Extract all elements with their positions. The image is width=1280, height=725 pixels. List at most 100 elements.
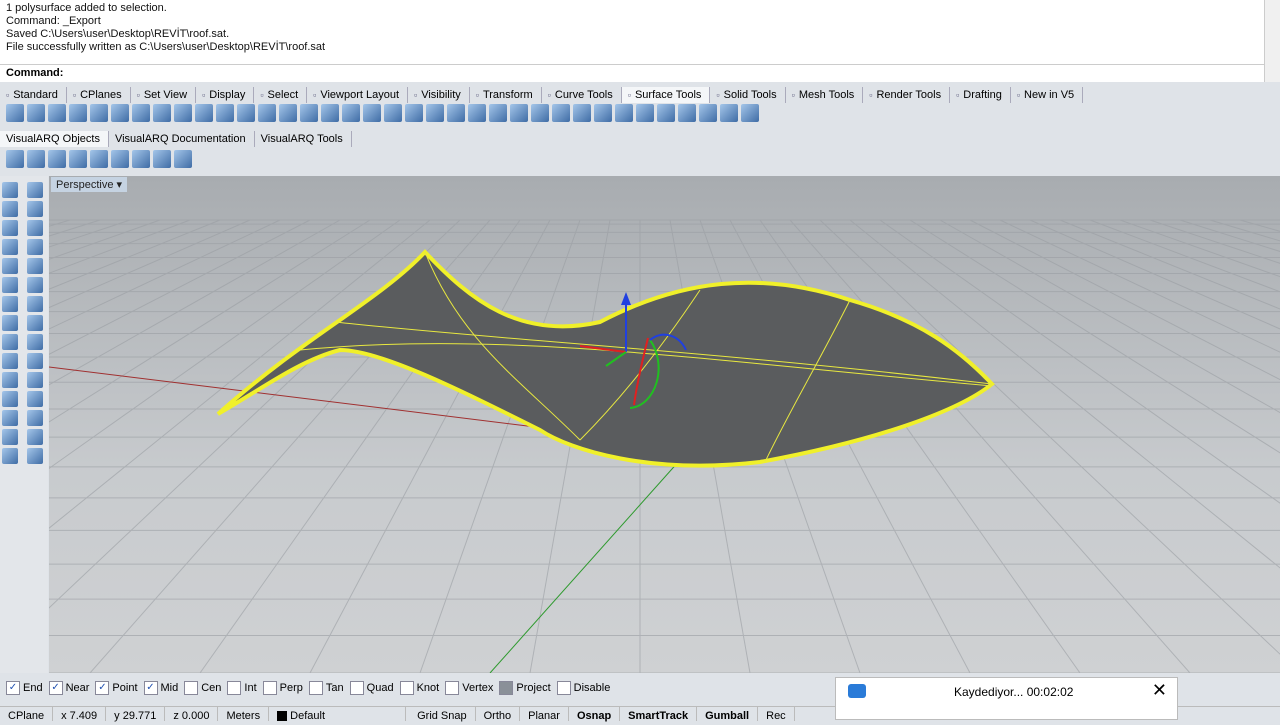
surface-tool-icon[interactable] [6, 104, 24, 122]
checkbox[interactable] [349, 681, 364, 695]
surface-tool-icon[interactable] [279, 104, 297, 122]
osnap-project[interactable]: Project [499, 681, 551, 695]
tab-select[interactable]: ▫ Select [254, 87, 308, 103]
visualarq-tool-icon[interactable] [132, 150, 150, 168]
sidebar-tool-icon[interactable] [2, 334, 18, 350]
surface-tool-icon[interactable] [111, 104, 129, 122]
surface-tool-icon[interactable] [90, 104, 108, 122]
checkbox[interactable] [308, 681, 323, 695]
status-grid-snap[interactable]: Grid Snap [409, 707, 476, 722]
osnap-perp[interactable]: Perp [262, 681, 303, 695]
surface-tool-icon[interactable] [48, 104, 66, 122]
status-osnap[interactable]: Osnap [569, 707, 621, 722]
osnap-disable[interactable]: Disable [556, 681, 610, 695]
command-input[interactable]: Command: [0, 64, 1264, 82]
surface-tool-icon[interactable] [552, 104, 570, 122]
osnap-end[interactable]: ✓ End [6, 681, 43, 695]
sidebar-tool-icon[interactable] [2, 391, 18, 407]
tab-render-tools[interactable]: ▫ Render Tools [863, 87, 951, 103]
sidebar-tool-icon[interactable] [2, 353, 18, 369]
visualarq-tool-icon[interactable] [153, 150, 171, 168]
chevron-down-icon[interactable]: ▾ [117, 179, 123, 191]
osnap-cen[interactable]: Cen [184, 681, 221, 695]
sidebar-tool-icon[interactable] [2, 258, 18, 274]
tab-mesh-tools[interactable]: ▫ Mesh Tools [786, 87, 864, 103]
surface-tool-icon[interactable] [510, 104, 528, 122]
surface-tool-icon[interactable] [405, 104, 423, 122]
visualarq-tool-icon[interactable] [174, 150, 192, 168]
tab-surface-tools[interactable]: ▫ Surface Tools [621, 87, 711, 103]
sidebar-tool-icon[interactable] [2, 277, 18, 293]
sidebar-tool-icon[interactable] [27, 201, 43, 217]
tab-visualarq-documentation[interactable]: VisualARQ Documentation [109, 131, 255, 147]
surface-tool-icon[interactable] [195, 104, 213, 122]
command-scrollbar[interactable] [1264, 0, 1280, 82]
status-smarttrack[interactable]: SmartTrack [620, 707, 698, 722]
surface-tool-icon[interactable] [342, 104, 360, 122]
surface-tool-icon[interactable] [300, 104, 318, 122]
surface-tool-icon[interactable] [132, 104, 150, 122]
sidebar-tool-icon[interactable] [2, 296, 18, 312]
checkbox[interactable] [499, 681, 514, 695]
surface-tool-icon[interactable] [321, 104, 339, 122]
visualarq-tool-icon[interactable] [27, 150, 45, 168]
surface-tool-icon[interactable] [258, 104, 276, 122]
surface-tool-icon[interactable] [594, 104, 612, 122]
viewport-title[interactable]: Perspective ▾ [51, 177, 128, 192]
sidebar-tool-icon[interactable] [27, 315, 43, 331]
osnap-tan[interactable]: Tan [308, 681, 344, 695]
surface-tool-icon[interactable] [468, 104, 486, 122]
sidebar-tool-icon[interactable] [27, 182, 43, 198]
checkbox[interactable] [227, 681, 242, 695]
checkbox[interactable]: ✓ [6, 681, 20, 695]
sidebar-tool-icon[interactable] [27, 391, 43, 407]
sidebar-tool-icon[interactable] [2, 201, 18, 217]
tab-viewport-layout[interactable]: ▫ Viewport Layout [307, 87, 409, 103]
tab-curve-tools[interactable]: ▫ Curve Tools [542, 87, 622, 103]
checkbox[interactable] [556, 681, 571, 695]
surface-tool-icon[interactable] [678, 104, 696, 122]
tab-new-in-v5[interactable]: ▫ New in V5 [1011, 87, 1084, 103]
sidebar-tool-icon[interactable] [27, 410, 43, 426]
surface-tool-icon[interactable] [426, 104, 444, 122]
checkbox[interactable]: ✓ [48, 681, 63, 695]
surface-tool-icon[interactable] [174, 104, 192, 122]
sidebar-tool-icon[interactable] [27, 296, 43, 312]
status-planar[interactable]: Planar [520, 707, 569, 722]
osnap-knot[interactable]: Knot [399, 681, 439, 695]
visualarq-tool-icon[interactable] [111, 150, 129, 168]
close-icon[interactable]: ✕ [1152, 680, 1167, 701]
checkbox[interactable] [445, 681, 460, 695]
osnap-vertex[interactable]: Vertex [445, 681, 493, 695]
sidebar-tool-icon[interactable] [27, 448, 43, 464]
sidebar-tool-icon[interactable] [2, 429, 18, 445]
sidebar-tool-icon[interactable] [27, 429, 43, 445]
checkbox[interactable] [399, 681, 414, 695]
surface-tool-icon[interactable] [573, 104, 591, 122]
sidebar-tool-icon[interactable] [27, 353, 43, 369]
surface-tool-icon[interactable] [384, 104, 402, 122]
surface-tool-icon[interactable] [741, 104, 759, 122]
sidebar-tool-icon[interactable] [2, 410, 18, 426]
visualarq-tool-icon[interactable] [48, 150, 66, 168]
sidebar-tool-icon[interactable] [2, 220, 18, 236]
surface-tool-icon[interactable] [363, 104, 381, 122]
layer[interactable]: Default [269, 707, 407, 722]
surface-tool-icon[interactable] [531, 104, 549, 122]
surface-tool-icon[interactable] [657, 104, 675, 122]
sidebar-tool-icon[interactable] [2, 315, 18, 331]
checkbox[interactable]: ✓ [143, 681, 158, 695]
surface-tool-icon[interactable] [489, 104, 507, 122]
tab-cplanes[interactable]: ▫ CPlanes [67, 87, 131, 103]
checkbox[interactable] [262, 681, 277, 695]
surface-tool-icon[interactable] [699, 104, 717, 122]
checkbox[interactable]: ✓ [95, 681, 110, 695]
sidebar-tool-icon[interactable] [27, 239, 43, 255]
sidebar-tool-icon[interactable] [2, 239, 18, 255]
cplane-label[interactable]: CPlane [0, 707, 54, 722]
sidebar-tool-icon[interactable] [2, 182, 18, 198]
tab-set-view[interactable]: ▫ Set View [131, 87, 197, 103]
tab-visualarq-tools[interactable]: VisualARQ Tools [255, 131, 352, 147]
sidebar-tool-icon[interactable] [27, 258, 43, 274]
sidebar-tool-icon[interactable] [27, 220, 43, 236]
